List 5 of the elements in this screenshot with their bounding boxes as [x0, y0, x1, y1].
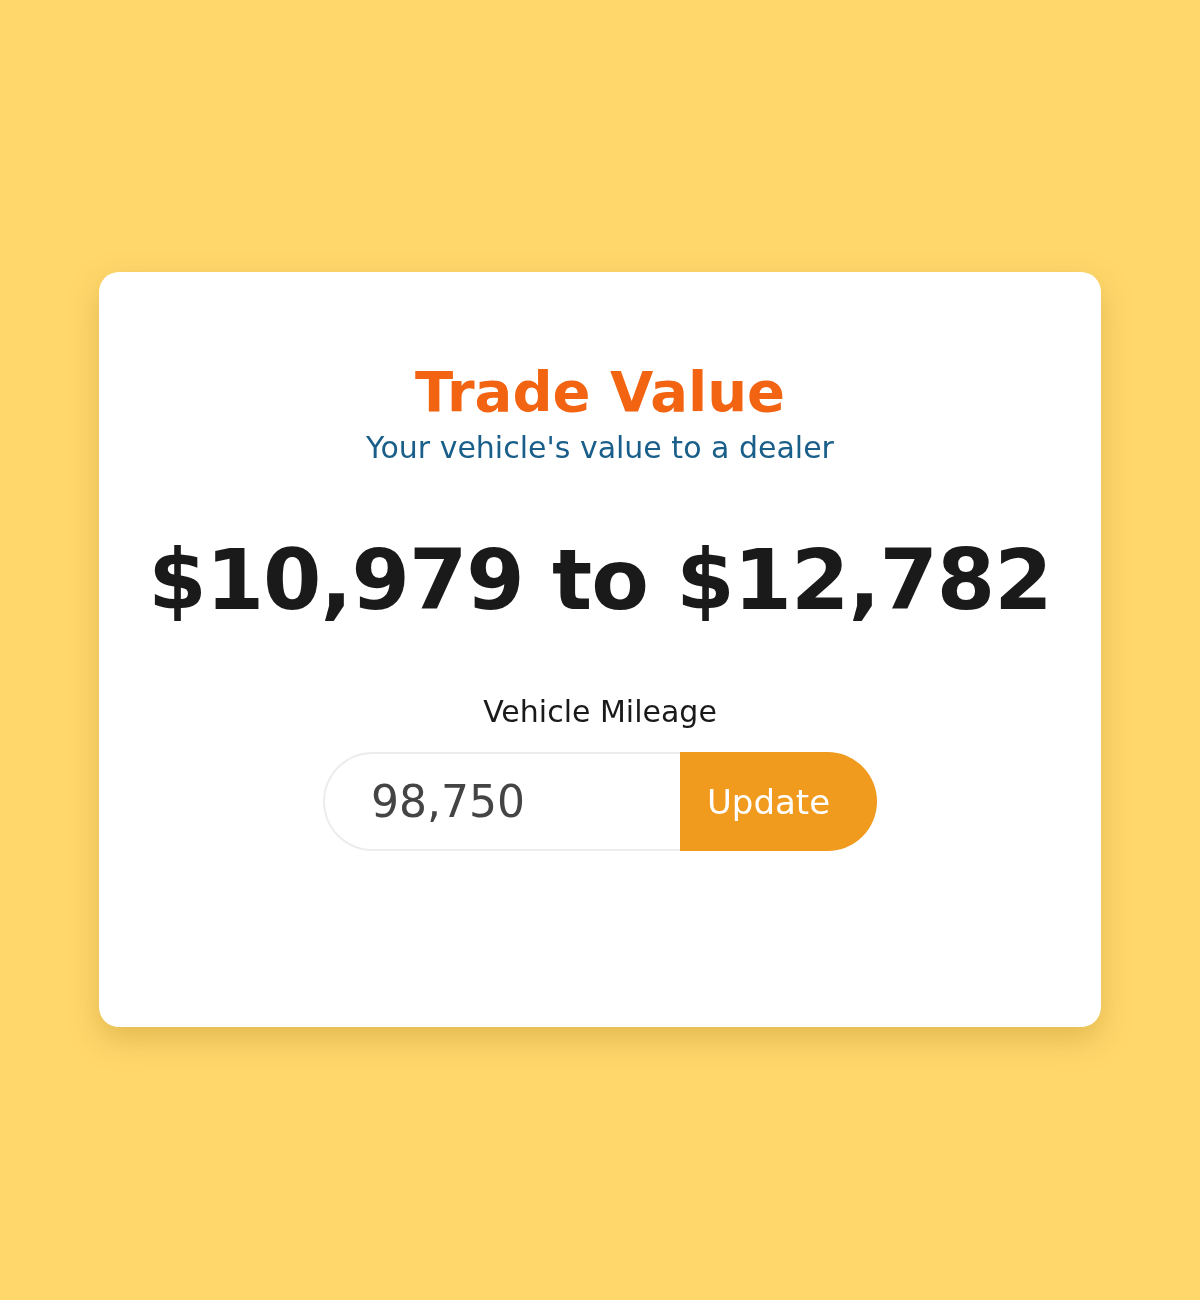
- card-title: Trade Value: [414, 358, 786, 426]
- price-range: $10,979 to $12,782: [148, 530, 1052, 630]
- card-subtitle: Your vehicle's value to a dealer: [366, 429, 834, 467]
- mileage-input-field[interactable]: 98,750: [323, 752, 680, 851]
- mileage-label: Vehicle Mileage: [483, 693, 717, 731]
